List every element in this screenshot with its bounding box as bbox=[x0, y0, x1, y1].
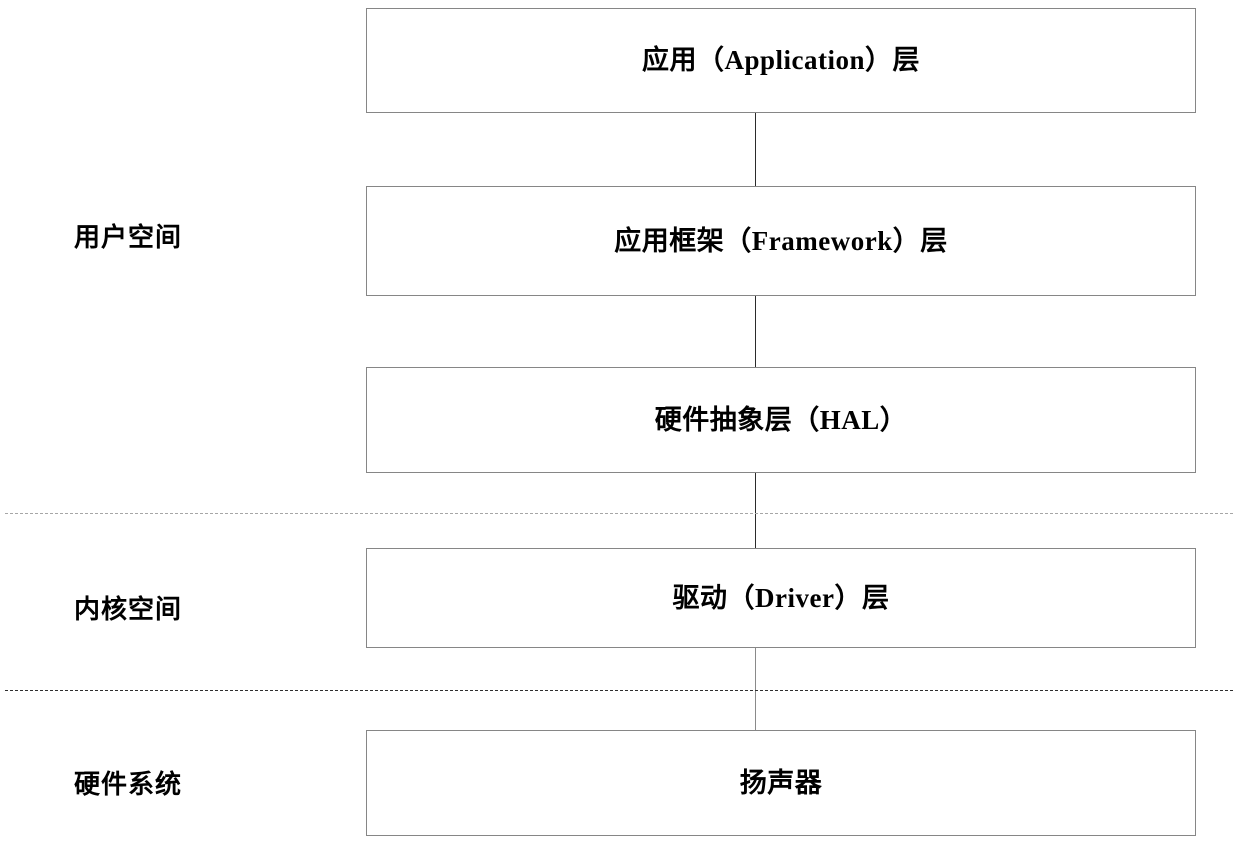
layer-box-driver: 驱动（Driver）层 bbox=[366, 548, 1196, 648]
layer-box-framework-label: 应用框架（Framework）层 bbox=[614, 225, 948, 256]
layer-box-application-label: 应用（Application）层 bbox=[641, 45, 921, 75]
layer-box-speaker: 扬声器 bbox=[366, 730, 1196, 836]
diagram-canvas: 应用（Application）层 应用框架（Framework）层 硬件抽象层（… bbox=[0, 0, 1240, 848]
space-label-kernel-space: 内核空间 bbox=[74, 595, 183, 624]
layer-box-speaker-label: 扬声器 bbox=[739, 767, 823, 798]
divider-kernel-space-hardware-system bbox=[5, 690, 1233, 691]
connector-hal-to-driver bbox=[755, 473, 756, 549]
layer-box-application: 应用（Application）层 bbox=[366, 8, 1196, 113]
space-label-hardware-system: 硬件系统 bbox=[74, 770, 183, 799]
layer-box-driver-label: 驱动（Driver）层 bbox=[672, 582, 890, 613]
layer-box-hal: 硬件抽象层（HAL） bbox=[366, 367, 1196, 473]
space-label-user-space: 用户空间 bbox=[74, 223, 183, 252]
connector-framework-to-hal bbox=[755, 296, 756, 368]
divider-user-space-kernel-space bbox=[5, 513, 1233, 514]
connector-application-to-framework bbox=[755, 113, 756, 187]
layer-box-framework: 应用框架（Framework）层 bbox=[366, 186, 1196, 296]
layer-box-hal-label: 硬件抽象层（HAL） bbox=[654, 404, 908, 435]
